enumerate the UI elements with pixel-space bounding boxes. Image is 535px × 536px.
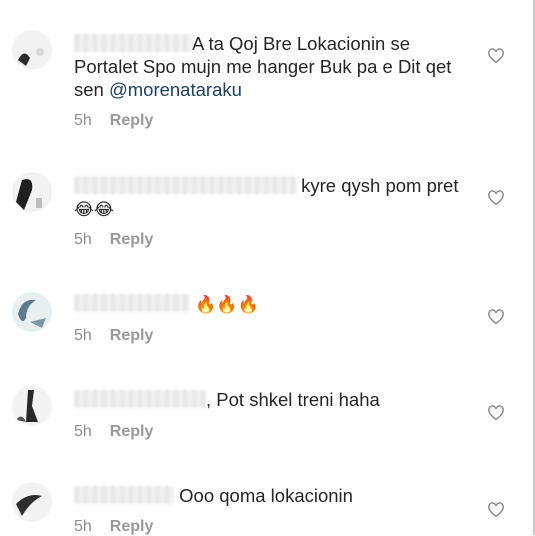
comment-text: Ooo qoma lokacionin	[74, 484, 474, 507]
heart-outline-icon[interactable]	[487, 189, 505, 207]
reply-button[interactable]: Reply	[110, 112, 154, 129]
comment-body: Ooo qoma lokacionin	[174, 485, 353, 506]
comment-body: , Pot shkel treni haha	[206, 389, 380, 410]
heart-outline-icon[interactable]	[487, 308, 505, 326]
comment-text: A ta Qoj Bre Lokacionin se Portalet Spo …	[74, 32, 474, 101]
comment-time: 5h	[74, 518, 92, 535]
avatar-icon[interactable]	[12, 386, 52, 426]
comment-time: 5h	[74, 327, 92, 344]
comment-time: 5h	[74, 231, 92, 248]
avatar-icon[interactable]	[12, 30, 52, 70]
username-redacted[interactable]	[74, 176, 296, 194]
avatar-icon[interactable]	[12, 292, 52, 332]
comment-meta: 5h Reply	[74, 231, 153, 249]
comments-list: A ta Qoj Bre Lokacionin se Portalet Spo …	[0, 0, 535, 535]
mention-link[interactable]: @morenataraku	[109, 79, 242, 100]
reply-button[interactable]: Reply	[110, 231, 154, 248]
comment-time: 5h	[74, 423, 92, 440]
comment-meta: 5h Reply	[74, 327, 153, 345]
comment-body: kyre qysh pom pret	[296, 175, 459, 196]
username-redacted[interactable]	[74, 294, 190, 312]
avatar-icon[interactable]	[12, 172, 52, 212]
reply-button[interactable]: Reply	[110, 327, 154, 344]
heart-outline-icon[interactable]	[487, 501, 505, 519]
comment-text: , Pot shkel treni haha	[74, 388, 474, 411]
comment-text: kyre qysh pom pret 😂😂	[74, 174, 474, 221]
reply-button[interactable]: Reply	[110, 518, 154, 535]
heart-outline-icon[interactable]	[487, 404, 505, 422]
comment-meta: 5h Reply	[74, 423, 153, 441]
comment-time: 5h	[74, 112, 92, 129]
comment-text: 🔥🔥🔥	[74, 292, 474, 316]
laughing-emoji: 😂😂	[74, 200, 114, 219]
avatar-icon[interactable]	[12, 482, 52, 522]
username-redacted[interactable]	[74, 390, 206, 408]
username-redacted[interactable]	[74, 486, 174, 504]
username-redacted[interactable]	[74, 34, 192, 52]
reply-button[interactable]: Reply	[110, 423, 154, 440]
comment-meta: 5h Reply	[74, 518, 153, 536]
comment-meta: 5h Reply	[74, 112, 153, 130]
fire-emoji: 🔥🔥🔥	[195, 295, 259, 314]
heart-outline-icon[interactable]	[487, 47, 505, 65]
